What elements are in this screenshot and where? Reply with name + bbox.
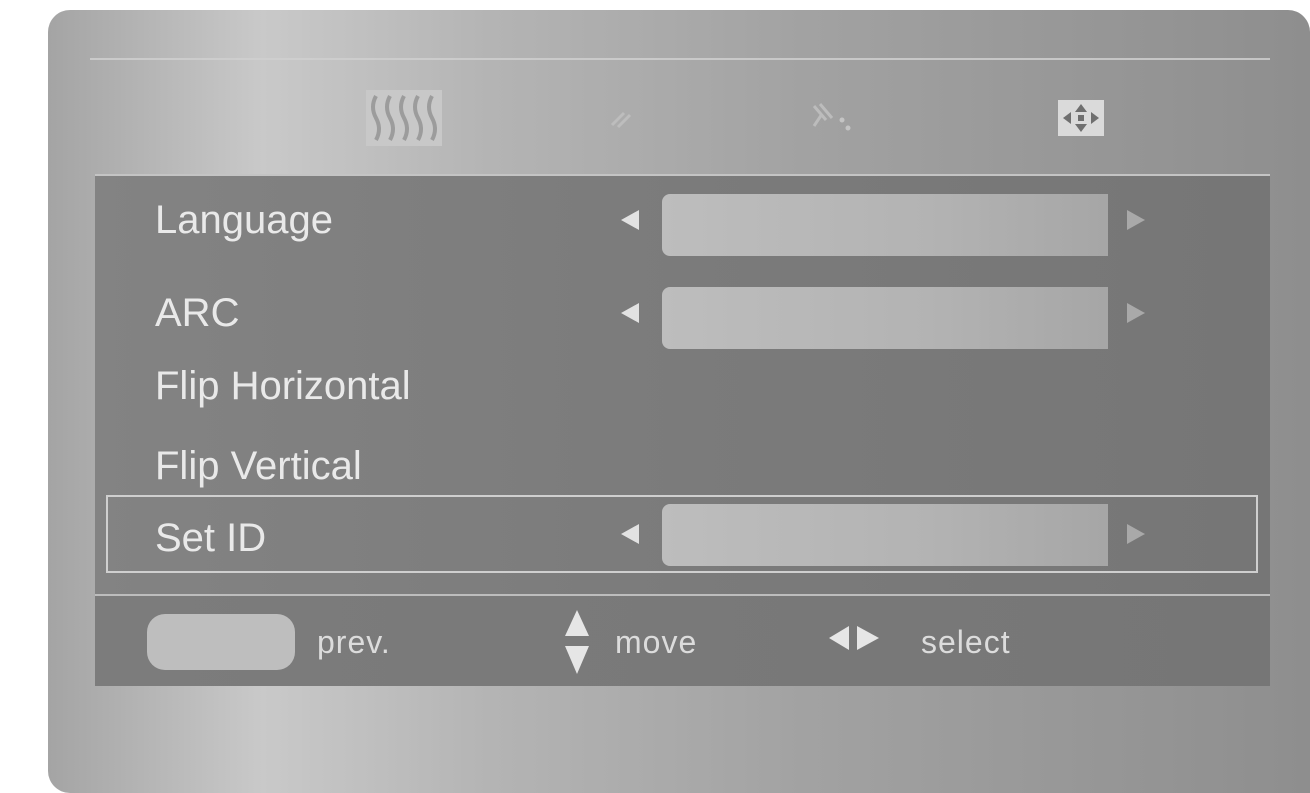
- right-arrow-icon[interactable]: [1127, 210, 1145, 230]
- menu-item-label: Set ID: [155, 516, 267, 560]
- picture-waves-icon[interactable]: [366, 90, 442, 146]
- footer-hints: prev. move select: [95, 594, 1270, 686]
- value-field[interactable]: [662, 194, 1108, 256]
- osd-menu-window: Language ARC Flip Horizontal Flip Vertic…: [48, 10, 1310, 793]
- menu-item-flip-vertical[interactable]: Flip Vertical: [95, 426, 1270, 502]
- sound-icon[interactable]: [604, 90, 644, 146]
- left-arrow-icon[interactable]: [621, 210, 639, 230]
- menu-item-language[interactable]: Language: [95, 180, 1270, 256]
- left-arrow-icon[interactable]: [621, 303, 639, 323]
- time-icon[interactable]: [808, 90, 864, 146]
- menu-item-set-id[interactable]: Set ID: [106, 495, 1258, 573]
- menu-item-label: Flip Horizontal: [155, 364, 411, 408]
- prev-button[interactable]: [147, 614, 295, 670]
- divider: [90, 58, 1270, 60]
- menu-item-label: Language: [155, 198, 333, 242]
- menu-item-arc[interactable]: ARC: [95, 273, 1270, 349]
- move-label: move: [615, 624, 698, 660]
- value-field[interactable]: [662, 504, 1108, 566]
- left-right-arrow-icon: [829, 626, 879, 655]
- select-label: select: [921, 624, 1011, 660]
- right-arrow-icon[interactable]: [1127, 524, 1145, 544]
- left-arrow-icon[interactable]: [621, 524, 639, 544]
- menu-item-label: ARC: [155, 291, 240, 335]
- menu-item-flip-horizontal[interactable]: Flip Horizontal: [95, 346, 1270, 422]
- value-field[interactable]: [662, 287, 1108, 349]
- prev-label: prev.: [317, 624, 391, 660]
- special-arrows-icon[interactable]: [1058, 90, 1104, 146]
- right-arrow-icon[interactable]: [1127, 303, 1145, 323]
- up-down-arrow-icon: [565, 610, 589, 679]
- menu-panel: Language ARC Flip Horizontal Flip Vertic…: [95, 174, 1270, 594]
- menu-item-label: Flip Vertical: [155, 444, 362, 488]
